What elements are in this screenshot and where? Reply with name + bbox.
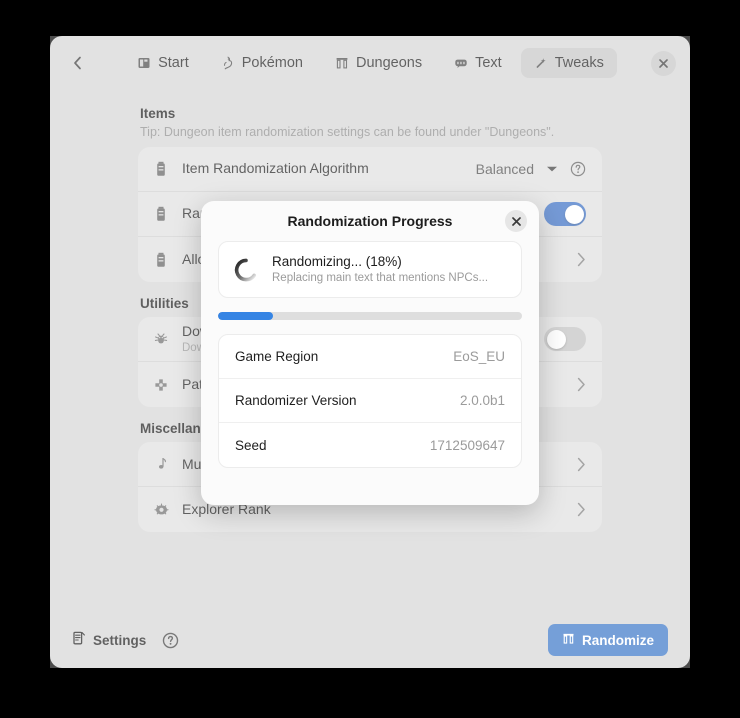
section-title-items: Items [140,106,602,121]
gate-icon [562,632,575,648]
info-row-seed: Seed 1712509647 [219,423,521,467]
chevron-right-icon[interactable] [577,377,586,392]
randomize-label: Randomize [582,633,654,648]
tab-label: Dungeons [356,55,422,71]
info-row-game-region: Game Region EoS_EU [219,335,521,379]
dialog-header: Randomization Progress [201,201,539,241]
dialog-close-button[interactable] [505,210,527,232]
info-card: Game Region EoS_EU Randomizer Version 2.… [218,334,522,468]
tab-tweaks[interactable]: Tweaks [521,48,617,78]
help-circle-icon[interactable] [570,161,586,177]
randomization-progress-dialog: Randomization Progress [201,201,539,505]
info-row-randomizer-version: Randomizer Version 2.0.0b1 [219,379,521,423]
item-jar-icon [152,205,170,223]
tab-label: Tweaks [555,55,604,71]
row-text: Item Randomization Algorithm [182,160,464,178]
status-card: Randomizing... (18%) Replacing main text… [218,241,522,298]
item-jar-icon [152,160,170,178]
chevron-down-icon[interactable] [546,165,558,173]
pokemon-icon [221,56,235,70]
music-note-icon [152,455,170,473]
book-icon [137,56,151,70]
info-value: 2.0.0b1 [460,393,505,408]
back-button[interactable] [64,50,90,76]
magic-wand-icon [534,56,548,70]
tab-text[interactable]: Text [441,48,515,78]
settings-button[interactable]: Settings [72,631,146,649]
row-label: Item Randomization Algorithm [182,160,464,178]
footer-bar: Settings Randomize [50,612,690,668]
dialog-body: Randomizing... (18%) Replacing main text… [201,241,539,484]
tab-bar: Start Pokémon [90,48,651,78]
chevron-right-icon[interactable] [577,502,586,517]
chevron-right-icon[interactable] [577,457,586,472]
gate-icon [335,56,349,70]
settings-label: Settings [93,633,146,648]
loading-spinner-icon [233,257,259,283]
row-item-randomization-algorithm[interactable]: Item Randomization Algorithm Balanced [138,147,602,192]
tab-dungeons[interactable]: Dungeons [322,48,435,78]
tab-pokemon[interactable]: Pokémon [208,48,316,78]
info-value: 1712509647 [430,438,505,453]
help-circle-icon[interactable] [162,632,179,649]
toggle-switch[interactable] [544,327,586,351]
tab-label: Start [158,55,189,71]
randomize-button[interactable]: Randomize [548,624,668,656]
bug-icon [152,330,170,348]
tab-start[interactable]: Start [124,48,202,78]
info-key: Seed [235,438,267,453]
tab-label: Text [475,55,502,71]
header-bar: Start Pokémon [50,36,690,90]
explorer-badge-icon [152,501,170,519]
settings-doc-icon [72,631,86,649]
toggle-knob [547,330,566,349]
close-window-button[interactable] [651,51,676,76]
item-jar-icon [152,251,170,269]
toggle-switch[interactable] [544,202,586,226]
status-text: Randomizing... (18%) Replacing main text… [272,253,488,286]
speech-bubble-icon [454,56,468,70]
dialog-title: Randomization Progress [288,213,453,229]
progress-bar-fill [218,312,273,320]
chevron-right-icon[interactable] [577,252,586,267]
info-key: Game Region [235,349,318,364]
dropdown-value[interactable]: Balanced [476,161,534,177]
section-tip-items: Tip: Dungeon item randomization settings… [140,125,602,139]
info-key: Randomizer Version [235,393,357,408]
status-sub-label: Replacing main text that mentions NPCs..… [272,271,488,287]
patch-icon [152,376,170,394]
progress-bar [218,312,522,320]
info-value: EoS_EU [453,349,505,364]
toggle-knob [565,205,584,224]
tab-label: Pokémon [242,55,303,71]
status-main-label: Randomizing... (18%) [272,253,488,271]
